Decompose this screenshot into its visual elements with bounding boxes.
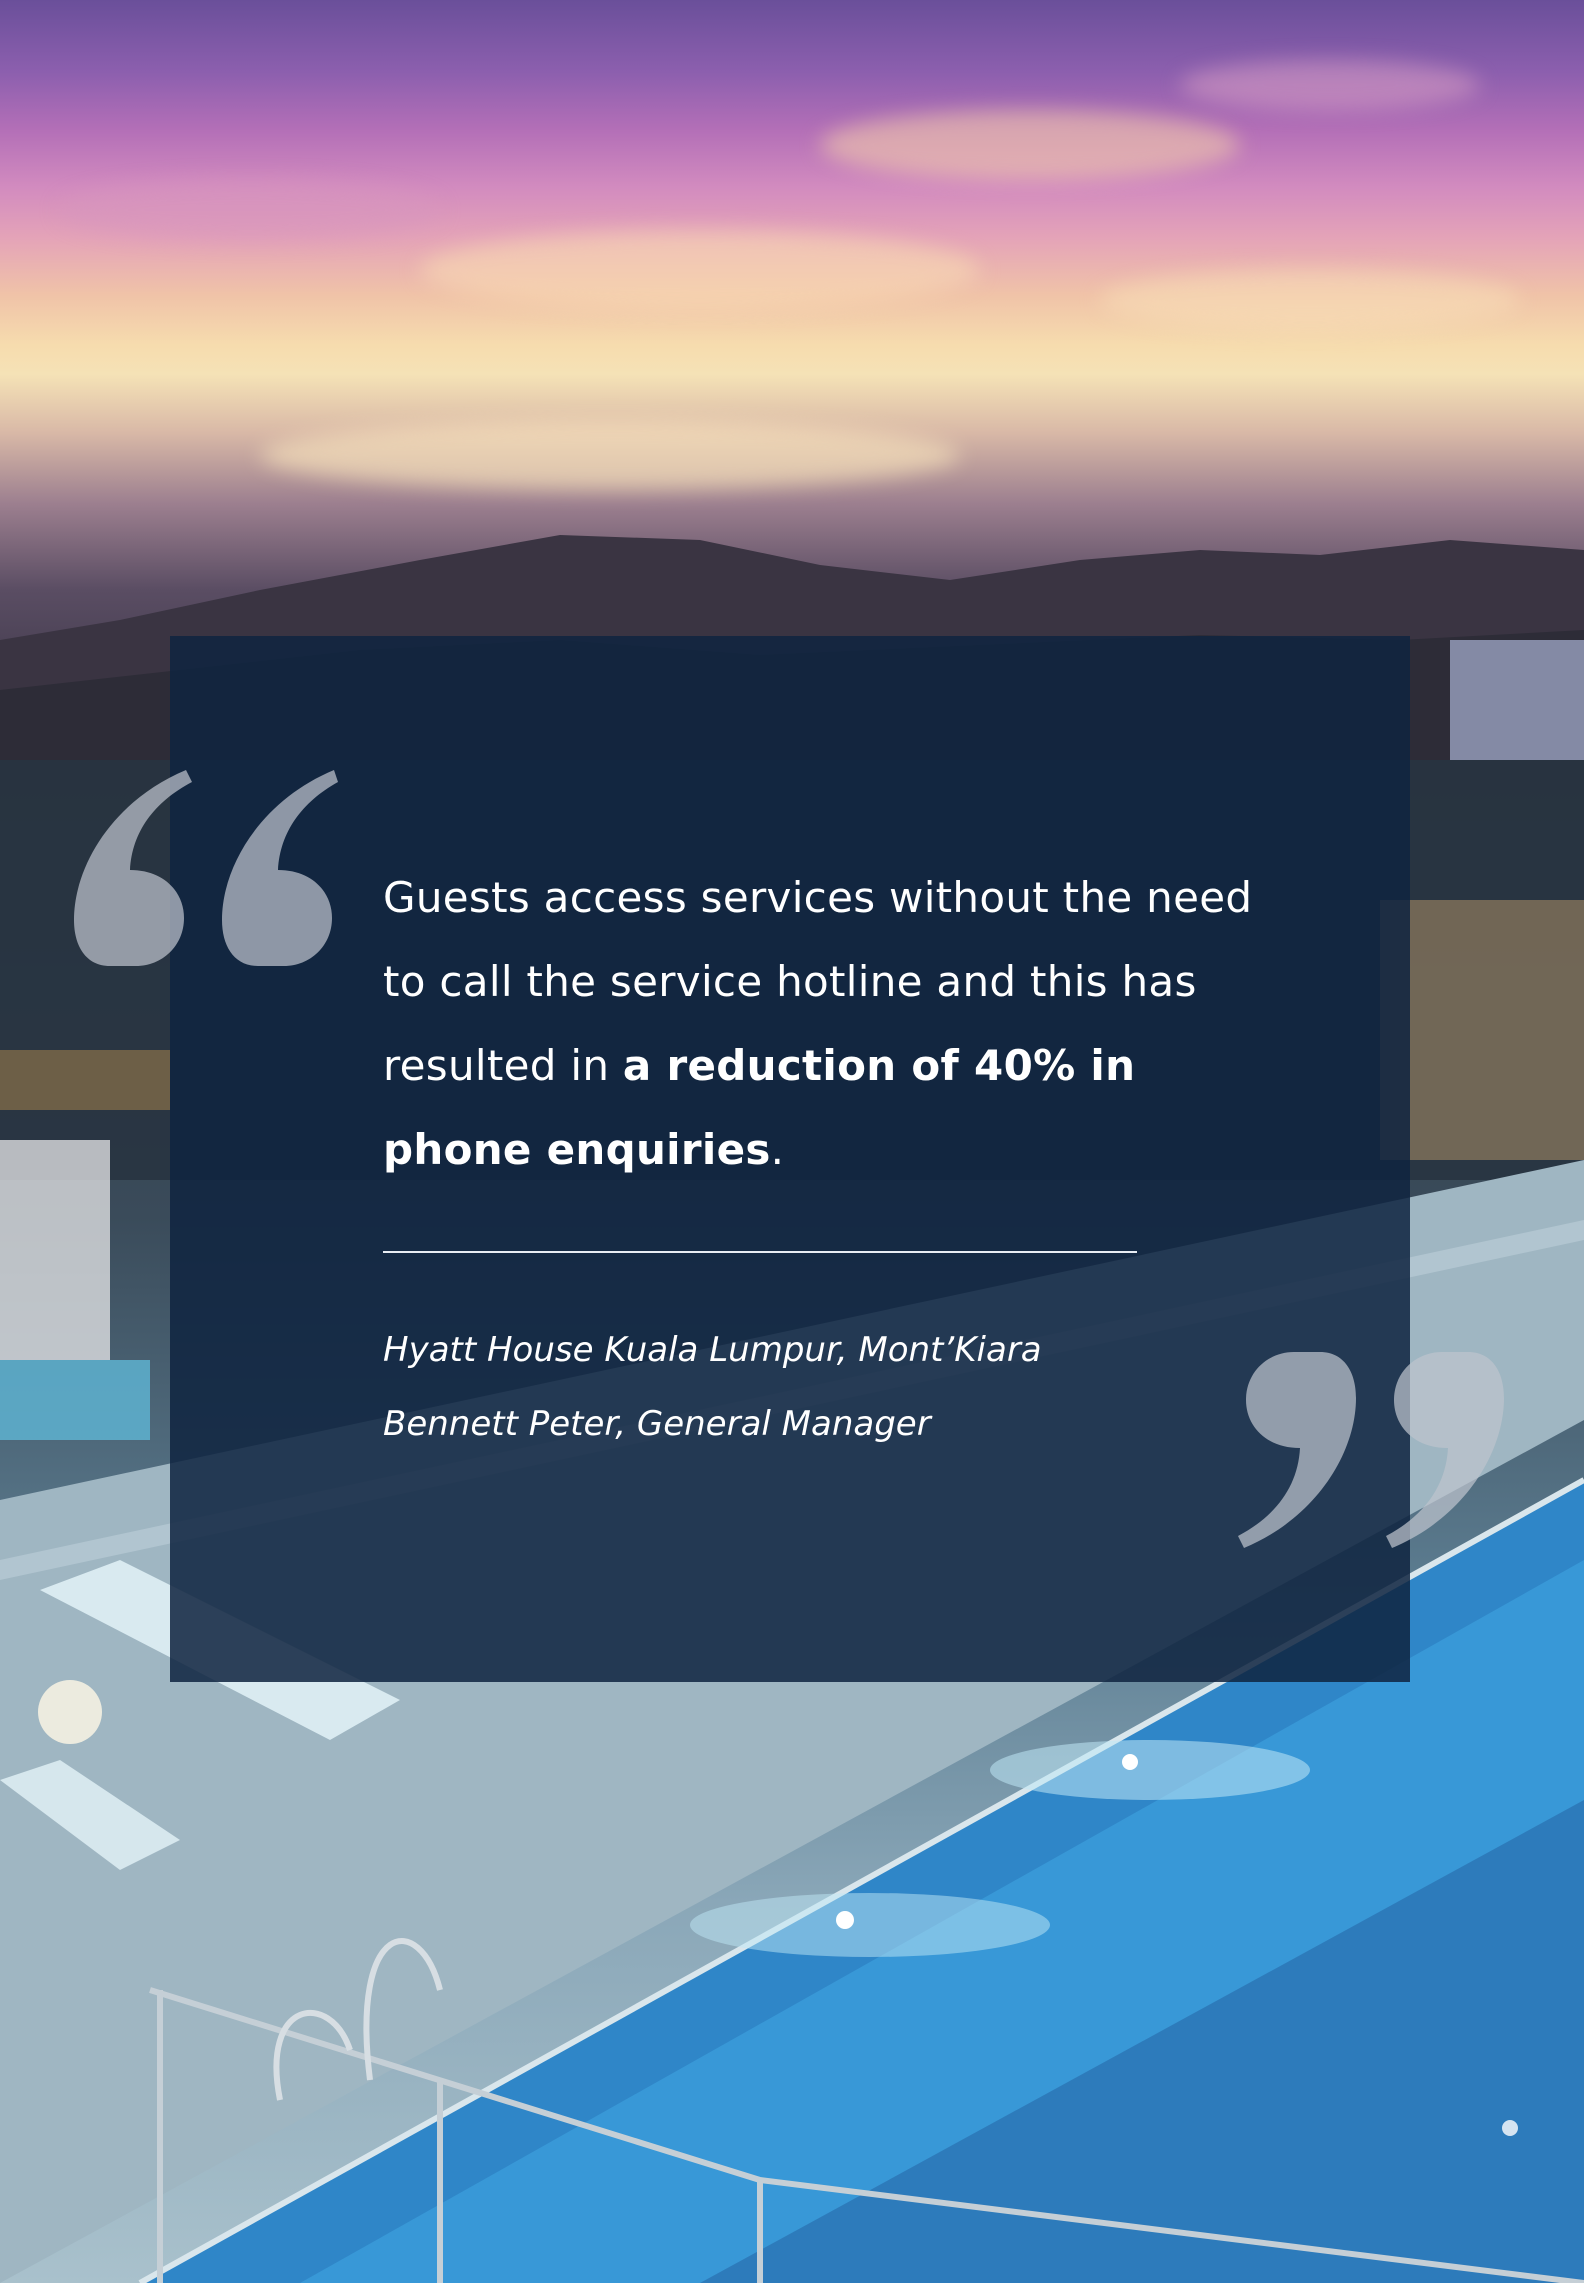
close-quote-icon [1238, 1352, 1504, 1548]
testimonial-page: Guests access services without the need … [0, 0, 1584, 2283]
quote-text-part-2: . [770, 1125, 785, 1174]
open-quote-icon [74, 770, 338, 966]
attribution-person: Bennett Peter, General Manager [383, 1404, 931, 1444]
attribution-organization: Hyatt House Kuala Lumpur, Mont’Kiara [383, 1330, 1042, 1370]
quote-divider [383, 1251, 1137, 1253]
quote-text: Guests access services without the need … [383, 856, 1263, 1192]
